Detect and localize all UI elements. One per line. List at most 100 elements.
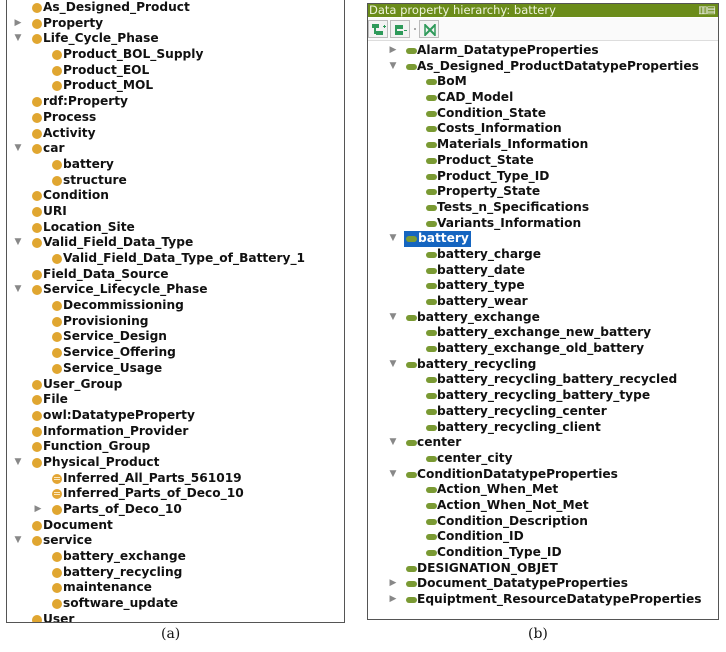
tree-item[interactable]: Condition_State — [368, 106, 718, 122]
tree-item[interactable]: Document — [7, 518, 344, 534]
class-icon — [52, 254, 62, 264]
tree-item[interactable]: Product_Type_ID — [368, 169, 718, 185]
tree-item[interactable]: Costs_Information — [368, 121, 718, 137]
tree-item[interactable]: ▼ center — [368, 435, 718, 451]
tree-item[interactable]: battery_exchange_old_battery — [368, 341, 718, 357]
expand-triangle-icon[interactable]: ▶ — [13, 16, 23, 32]
tree-item[interactable]: ▶ Equiptment_ResourceDatatypeProperties — [368, 592, 718, 608]
tree-item[interactable]: Decommissioning — [7, 298, 344, 314]
delete-property-button[interactable] — [419, 20, 439, 38]
tree-item[interactable]: Action_When_Met — [368, 482, 718, 498]
tree-item[interactable]: Service_Offering — [7, 345, 344, 361]
tree-item[interactable]: Provisioning — [7, 314, 344, 330]
tree-item[interactable]: Tests_n_Specifications — [368, 200, 718, 216]
tree-item[interactable]: structure — [7, 173, 344, 189]
add-sub-property-button[interactable] — [368, 20, 388, 38]
expand-triangle-icon[interactable]: ▶ — [33, 502, 43, 518]
tree-item[interactable]: Product_MOL — [7, 78, 344, 94]
tree-item[interactable]: battery_type — [368, 278, 718, 294]
tree-item[interactable]: battery_recycling_client — [368, 420, 718, 436]
tree-item[interactable]: ▼ As_Designed_ProductDatatypeProperties — [368, 59, 718, 75]
tree-item[interactable]: Condition_ID — [368, 529, 718, 545]
tree-item[interactable]: battery_exchange_new_battery — [368, 325, 718, 341]
tree-item[interactable]: Function_Group — [7, 439, 344, 455]
tree-item[interactable]: Valid_Field_Data_Type_of_Battery_1 — [7, 251, 344, 267]
tree-item[interactable]: battery_recycling — [7, 565, 344, 581]
collapse-triangle-icon[interactable]: ▼ — [388, 231, 398, 247]
tree-item[interactable]: battery — [7, 157, 344, 173]
tree-item[interactable]: File — [7, 392, 344, 408]
tree-item[interactable]: battery_wear — [368, 294, 718, 310]
tree-item[interactable]: DESIGNATION_OBJET — [368, 561, 718, 577]
tree-item[interactable]: Materials_Information — [368, 137, 718, 153]
tree-item[interactable]: ▼ Life_Cycle_Phase — [7, 31, 344, 47]
tree-item[interactable]: owl:DatatypeProperty — [7, 408, 344, 424]
collapse-triangle-icon[interactable]: ▼ — [13, 533, 23, 549]
tree-item[interactable]: Process — [7, 110, 344, 126]
tree-item[interactable]: As_Designed_Product — [7, 0, 344, 16]
collapse-triangle-icon[interactable]: ▼ — [13, 235, 23, 251]
tree-item[interactable]: maintenance — [7, 580, 344, 596]
class-icon — [32, 269, 42, 280]
collapse-triangle-icon[interactable]: ▼ — [388, 467, 398, 483]
expand-triangle-icon[interactable]: ▶ — [388, 43, 398, 59]
tree-item[interactable]: battery_recycling_battery_recycled — [368, 372, 718, 388]
tree-item[interactable]: ▼ battery_exchange — [368, 310, 718, 326]
tree-item[interactable]: ▶ Document_DatatypeProperties — [368, 576, 718, 592]
tree-item[interactable]: battery_exchange — [7, 549, 344, 565]
tree-item[interactable]: ▼ Physical_Product — [7, 455, 344, 471]
tree-item[interactable]: ▶ Alarm_DatatypeProperties — [368, 43, 718, 59]
tree-item[interactable]: ▶ Property — [7, 16, 344, 32]
tree-item[interactable]: Condition_Type_ID — [368, 545, 718, 561]
tree-item[interactable]: battery_recycling_center — [368, 404, 718, 420]
tree-item[interactable]: URI — [7, 204, 344, 220]
tree-item[interactable]: center_city — [368, 451, 718, 467]
collapse-triangle-icon[interactable]: ▼ — [13, 31, 23, 47]
tree-item[interactable]: Location_Site — [7, 220, 344, 236]
expand-triangle-icon[interactable]: ▶ — [388, 576, 398, 592]
tree-item[interactable]: ▼ Valid_Field_Data_Type — [7, 235, 344, 251]
data-property-icon — [426, 79, 437, 86]
collapse-triangle-icon[interactable]: ▼ — [388, 59, 398, 75]
tree-item[interactable]: Action_When_Not_Met — [368, 498, 718, 514]
tree-item[interactable]: User — [7, 612, 344, 622]
collapse-triangle-icon[interactable]: ▼ — [388, 357, 398, 373]
tree-item[interactable]: Field_Data_Source — [7, 267, 344, 283]
tree-item[interactable]: ▼ battery — [368, 231, 718, 247]
tree-item[interactable]: Activity — [7, 126, 344, 142]
tree-item[interactable]: Product_State — [368, 153, 718, 169]
collapse-triangle-icon[interactable]: ▼ — [388, 310, 398, 326]
tree-item[interactable]: ▼ Service_Lifecycle_Phase — [7, 282, 344, 298]
collapse-triangle-icon[interactable]: ▼ — [388, 435, 398, 451]
tree-item[interactable]: Condition — [7, 188, 344, 204]
tree-item[interactable]: battery_recycling_battery_type — [368, 388, 718, 404]
tree-item[interactable]: Variants_Information — [368, 216, 718, 232]
tree-item[interactable]: ▼ battery_recycling — [368, 357, 718, 373]
tree-item[interactable]: Product_EOL — [7, 63, 344, 79]
tree-item[interactable]: Product_BOL_Supply — [7, 47, 344, 63]
tree-item[interactable]: Information_Provider — [7, 424, 344, 440]
tree-item[interactable]: battery_date — [368, 263, 718, 279]
tree-item[interactable]: Inferred_All_Parts_561019 — [7, 471, 344, 487]
tree-item[interactable]: ▼ service — [7, 533, 344, 549]
tree-item[interactable]: Inferred_Parts_of_Deco_10 — [7, 486, 344, 502]
add-sibling-property-button[interactable] — [390, 20, 410, 38]
tree-item[interactable]: Property_State — [368, 184, 718, 200]
expand-triangle-icon[interactable]: ▶ — [388, 592, 398, 608]
tree-item[interactable]: Service_Design — [7, 329, 344, 345]
collapse-triangle-icon[interactable]: ▼ — [13, 455, 23, 471]
view-options-icon[interactable]: ▥▤ — [698, 4, 716, 17]
tree-item[interactable]: ▶ Parts_of_Deco_10 — [7, 502, 344, 518]
tree-item[interactable]: CAD_Model — [368, 90, 718, 106]
tree-item[interactable]: Condition_Description — [368, 514, 718, 530]
tree-item[interactable]: ▼ ConditionDatatypeProperties — [368, 467, 718, 483]
tree-item[interactable]: ▼ car — [7, 141, 344, 157]
tree-item[interactable]: rdf:Property — [7, 94, 344, 110]
tree-item[interactable]: Service_Usage — [7, 361, 344, 377]
tree-item[interactable]: battery_charge — [368, 247, 718, 263]
collapse-triangle-icon[interactable]: ▼ — [13, 282, 23, 298]
tree-item[interactable]: User_Group — [7, 377, 344, 393]
tree-item[interactable]: software_update — [7, 596, 344, 612]
tree-item[interactable]: BoM — [368, 74, 718, 90]
collapse-triangle-icon[interactable]: ▼ — [13, 141, 23, 157]
